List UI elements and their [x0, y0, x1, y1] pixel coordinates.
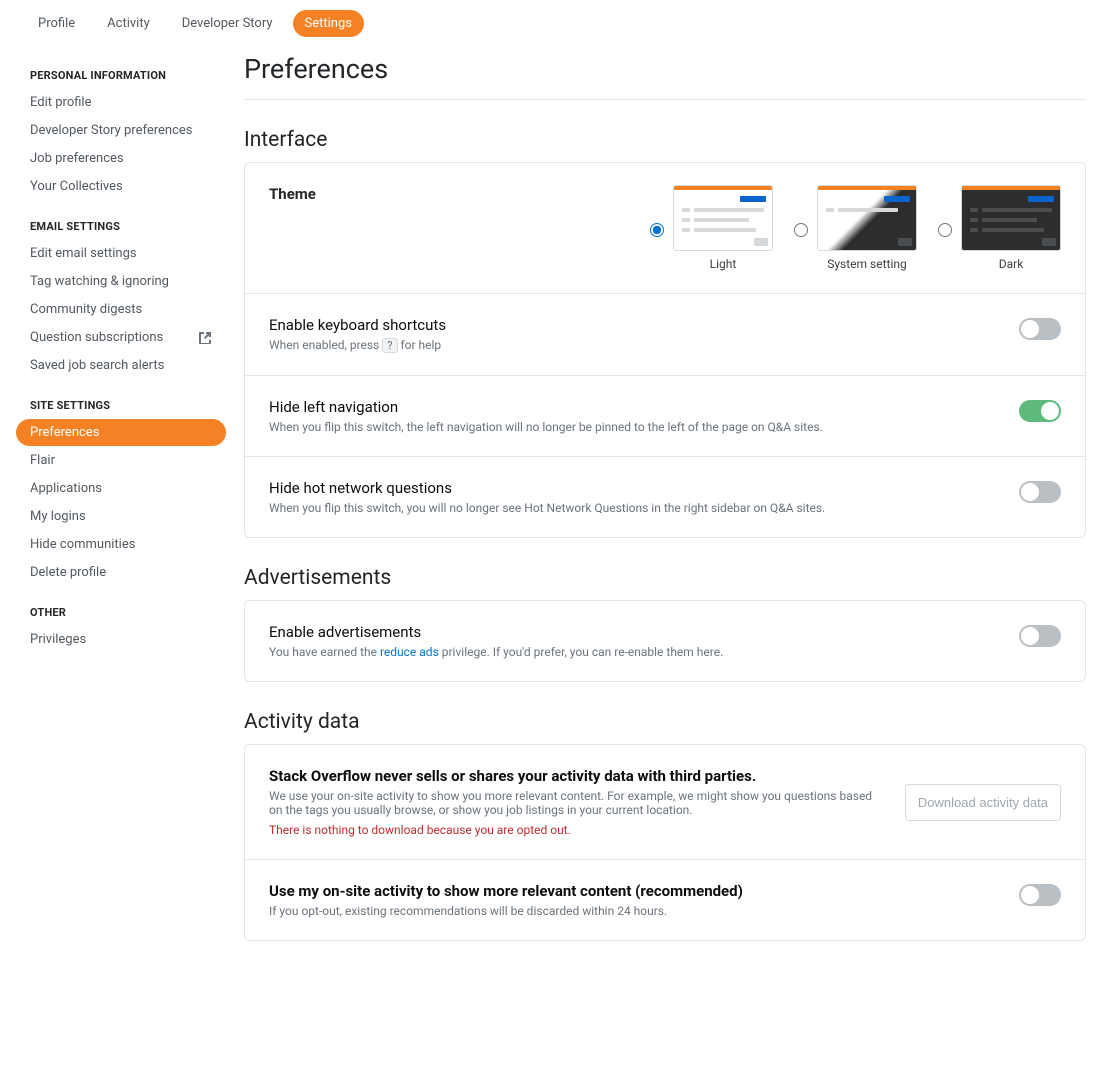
enable-ads-toggle[interactable] — [1019, 625, 1061, 647]
hide-hot-title: Hide hot network questions — [269, 479, 999, 497]
settings-sidebar: PERSONAL INFORMATION Edit profile Develo… — [16, 47, 226, 941]
section-title-ads: Advertisements — [244, 566, 1086, 590]
theme-option-dark[interactable]: Dark — [933, 185, 1061, 271]
external-link-icon — [198, 331, 212, 345]
help-key-icon: ? — [382, 338, 397, 353]
enable-ads-desc: You have earned the reduce ads privilege… — [269, 645, 999, 659]
hide-hot-toggle[interactable] — [1019, 481, 1061, 503]
theme-radio-dark[interactable] — [938, 223, 952, 237]
theme-option-system[interactable]: System setting — [789, 185, 917, 271]
main-content: Preferences Interface Theme — [226, 47, 1086, 941]
theme-row: Theme — [245, 163, 1085, 294]
sidebar-item-label: Privileges — [30, 632, 86, 647]
top-nav: Profile Activity Developer Story Setting… — [0, 0, 1102, 47]
desc-text: When enabled, press — [269, 338, 382, 352]
sidebar-item-preferences[interactable]: Preferences — [16, 419, 226, 446]
sidebar-item-saved-job-alerts[interactable]: Saved job search alerts — [16, 352, 226, 379]
sidebar-item-your-collectives[interactable]: Your Collectives — [16, 173, 226, 200]
theme-caption-system: System setting — [817, 257, 917, 271]
tab-activity[interactable]: Activity — [95, 10, 162, 37]
sidebar-group-personal: PERSONAL INFORMATION — [16, 63, 226, 88]
hide-left-nav-title: Hide left navigation — [269, 398, 999, 416]
sidebar-item-privileges[interactable]: Privileges — [16, 626, 226, 653]
keyboard-shortcuts-desc: When enabled, press ? for help — [269, 338, 999, 353]
reduce-ads-link[interactable]: reduce ads — [380, 645, 439, 659]
enable-ads-row: Enable advertisements You have earned th… — [245, 601, 1085, 681]
sidebar-group-email: EMAIL SETTINGS — [16, 214, 226, 239]
sidebar-item-label: Applications — [30, 481, 102, 496]
sidebar-item-label: My logins — [30, 509, 86, 524]
sidebar-item-label: Developer Story preferences — [30, 123, 193, 138]
sidebar-item-tag-watching[interactable]: Tag watching & ignoring — [16, 268, 226, 295]
section-title-interface: Interface — [244, 128, 1086, 152]
activity-card: Stack Overflow never sells or shares you… — [244, 744, 1086, 941]
sidebar-item-label: Saved job search alerts — [30, 358, 164, 373]
section-title-activity: Activity data — [244, 710, 1086, 734]
theme-caption-dark: Dark — [961, 257, 1061, 271]
ads-card: Enable advertisements You have earned th… — [244, 600, 1086, 682]
sidebar-item-label: Edit email settings — [30, 246, 137, 261]
hide-hot-desc: When you flip this switch, you will no l… — [269, 501, 999, 515]
sidebar-item-community-digests[interactable]: Community digests — [16, 296, 226, 323]
sidebar-item-label: Preferences — [30, 425, 99, 440]
hide-left-nav-toggle[interactable] — [1019, 400, 1061, 422]
tab-settings[interactable]: Settings — [293, 10, 364, 37]
desc-text: You have earned the — [269, 645, 380, 659]
keyboard-shortcuts-toggle[interactable] — [1019, 318, 1061, 340]
desc-text: for help — [398, 338, 442, 352]
sidebar-item-label: Hide communities — [30, 537, 135, 552]
activity-intro-row: Stack Overflow never sells or shares you… — [245, 745, 1085, 860]
desc-text: privilege. If you'd prefer, you can re-e… — [439, 645, 723, 659]
theme-radio-light[interactable] — [650, 223, 664, 237]
sidebar-item-edit-email[interactable]: Edit email settings — [16, 240, 226, 267]
theme-thumb-dark — [961, 185, 1061, 251]
keyboard-shortcuts-row: Enable keyboard shortcuts When enabled, … — [245, 294, 1085, 376]
theme-label: Theme — [269, 185, 316, 203]
theme-caption-light: Light — [673, 257, 773, 271]
sidebar-item-hide-communities[interactable]: Hide communities — [16, 531, 226, 558]
sidebar-item-applications[interactable]: Applications — [16, 475, 226, 502]
sidebar-item-label: Delete profile — [30, 565, 106, 580]
sidebar-item-flair[interactable]: Flair — [16, 447, 226, 474]
activity-intro-title: Stack Overflow never sells or shares you… — [269, 767, 885, 785]
page-title: Preferences — [244, 53, 1086, 100]
sidebar-item-edit-profile[interactable]: Edit profile — [16, 89, 226, 116]
keyboard-shortcuts-title: Enable keyboard shortcuts — [269, 316, 999, 334]
theme-option-light[interactable]: Light — [645, 185, 773, 271]
sidebar-item-dev-story-prefs[interactable]: Developer Story preferences — [16, 117, 226, 144]
sidebar-item-delete-profile[interactable]: Delete profile — [16, 559, 226, 586]
sidebar-item-label: Edit profile — [30, 95, 92, 110]
tab-profile[interactable]: Profile — [26, 10, 87, 37]
hide-left-nav-row: Hide left navigation When you flip this … — [245, 376, 1085, 457]
tab-developer-story[interactable]: Developer Story — [170, 10, 285, 37]
sidebar-group-other: OTHER — [16, 600, 226, 625]
sidebar-group-site: SITE SETTINGS — [16, 393, 226, 418]
sidebar-item-label: Question subscriptions — [30, 330, 163, 345]
theme-thumb-light — [673, 185, 773, 251]
activity-intro-desc: We use your on-site activity to show you… — [269, 789, 885, 817]
download-activity-button[interactable]: Download activity data — [905, 784, 1061, 821]
theme-options: Light — [645, 185, 1061, 271]
enable-ads-title: Enable advertisements — [269, 623, 999, 641]
hide-left-nav-desc: When you flip this switch, the left navi… — [269, 420, 999, 434]
sidebar-item-my-logins[interactable]: My logins — [16, 503, 226, 530]
activity-optin-desc: If you opt-out, existing recommendations… — [269, 904, 999, 918]
sidebar-item-label: Community digests — [30, 302, 142, 317]
activity-optin-toggle[interactable] — [1019, 884, 1061, 906]
activity-intro-warning: There is nothing to download because you… — [269, 823, 885, 837]
theme-radio-system[interactable] — [794, 223, 808, 237]
activity-optin-title: Use my on-site activity to show more rel… — [269, 882, 999, 900]
sidebar-item-question-subs[interactable]: Question subscriptions — [16, 324, 226, 351]
theme-thumb-system — [817, 185, 917, 251]
sidebar-item-job-prefs[interactable]: Job preferences — [16, 145, 226, 172]
sidebar-item-label: Tag watching & ignoring — [30, 274, 169, 289]
interface-card: Theme — [244, 162, 1086, 538]
hide-hot-row: Hide hot network questions When you flip… — [245, 457, 1085, 537]
sidebar-item-label: Job preferences — [30, 151, 124, 166]
sidebar-item-label: Flair — [30, 453, 55, 468]
sidebar-item-label: Your Collectives — [30, 179, 123, 194]
activity-optin-row: Use my on-site activity to show more rel… — [245, 860, 1085, 940]
